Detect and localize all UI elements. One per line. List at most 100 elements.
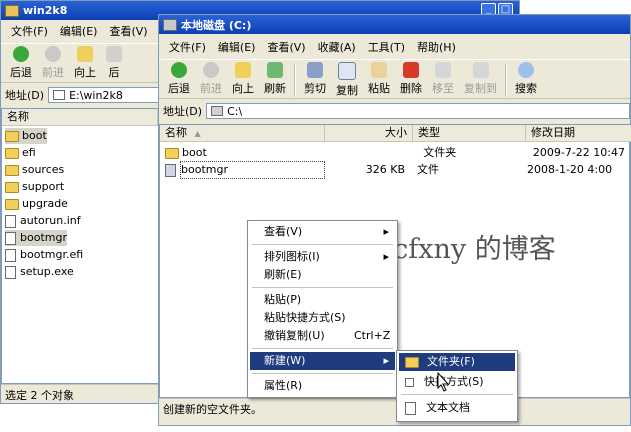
menu-edit[interactable]: 编辑(E) bbox=[212, 39, 262, 55]
back-button[interactable]: 后退 bbox=[5, 46, 37, 80]
menu-favorites[interactable]: 收藏(A) bbox=[312, 39, 362, 55]
cut-button[interactable]: 剪切 bbox=[299, 62, 331, 96]
menu-item-view[interactable]: 查看(V) ▸ bbox=[250, 223, 395, 241]
up-label: 向上 bbox=[74, 66, 96, 79]
cut-label: 剪切 bbox=[304, 82, 326, 95]
up-button[interactable]: 向上 bbox=[227, 62, 259, 96]
back-button[interactable]: 后退 bbox=[163, 62, 195, 96]
back-arrow-icon bbox=[13, 46, 29, 62]
refresh-button[interactable]: 刷新 bbox=[259, 62, 291, 96]
front-status-bar: 创建新的空文件夹。 bbox=[159, 398, 630, 418]
column-header-modified[interactable]: 修改日期 bbox=[526, 125, 631, 142]
list-item[interactable]: efi bbox=[5, 145, 36, 161]
list-item[interactable]: upgrade bbox=[5, 196, 68, 212]
menu-file[interactable]: 文件(F) bbox=[5, 23, 54, 39]
row-type: 文件 bbox=[417, 163, 439, 176]
menu-help[interactable]: 帮助(H) bbox=[411, 39, 462, 55]
table-row[interactable]: bootmgr 326 KB 文件 2008-1-20 4:00 bbox=[165, 161, 625, 179]
menu-item-label: 查看(V) bbox=[264, 225, 303, 238]
submenu-item-text-document[interactable]: 文本文档 bbox=[399, 399, 515, 417]
submenu-item-label: 快捷方式(S) bbox=[424, 375, 484, 388]
list-item[interactable]: autorun.inf bbox=[5, 213, 81, 229]
menu-item-new[interactable]: 新建(W) ▸ bbox=[250, 352, 395, 370]
forward-label: 前进 bbox=[200, 82, 222, 95]
item-name: efi bbox=[22, 146, 36, 159]
copy-button[interactable]: 复制 bbox=[331, 62, 363, 98]
submenu-item-shortcut[interactable]: 快捷方式(S) bbox=[399, 373, 515, 391]
list-item[interactable]: sources bbox=[5, 162, 64, 178]
front-address-input[interactable]: C:\ bbox=[206, 103, 630, 119]
delete-button[interactable]: 删除 bbox=[395, 62, 427, 96]
list-item[interactable]: boot bbox=[5, 128, 47, 144]
copy-to-button[interactable]: 复制到 bbox=[459, 62, 502, 96]
list-item[interactable]: setup.exe bbox=[5, 264, 74, 280]
item-name: support bbox=[22, 180, 65, 193]
column-header-type[interactable]: 类型 bbox=[413, 125, 526, 142]
forward-arrow-icon bbox=[45, 46, 61, 62]
forward-button[interactable]: 前进 bbox=[37, 46, 69, 80]
item-name: boot bbox=[22, 129, 47, 142]
table-row[interactable]: boot 文件夹 2009-7-22 10:47 bbox=[165, 145, 625, 161]
menu-file[interactable]: 文件(F) bbox=[163, 39, 212, 55]
delete-x-icon bbox=[403, 62, 419, 78]
folder-icon bbox=[165, 147, 179, 159]
item-name: upgrade bbox=[22, 197, 68, 210]
address-label: 地址(D) bbox=[163, 105, 203, 118]
move-to-button[interactable]: 移至 bbox=[427, 62, 459, 96]
menu-edit[interactable]: 编辑(E) bbox=[54, 23, 104, 39]
menu-view[interactable]: 查看(V) bbox=[103, 23, 153, 39]
search-icon bbox=[518, 62, 534, 78]
settings-file-icon bbox=[5, 214, 16, 228]
back-window-extra-button[interactable]: 后 bbox=[101, 46, 127, 80]
folder-icon bbox=[5, 198, 19, 210]
list-item[interactable]: support bbox=[5, 179, 64, 195]
clipboard-icon bbox=[371, 62, 387, 78]
menu-item-arrange-icons[interactable]: 排列图标(I) ▸ bbox=[250, 248, 395, 266]
menu-item-properties[interactable]: 属性(R) bbox=[250, 377, 395, 395]
toolbar-icon bbox=[106, 46, 122, 62]
back-address-input[interactable]: E:\win2k8 bbox=[48, 87, 165, 103]
list-item[interactable]: bootmgr bbox=[5, 230, 67, 246]
front-window-titlebar[interactable]: 本地磁盘 (C:) bbox=[159, 15, 630, 34]
refresh-icon bbox=[267, 62, 283, 78]
submenu-item-label: 文件夹(F) bbox=[427, 355, 475, 368]
paste-button[interactable]: 粘贴 bbox=[363, 62, 395, 96]
back-file-pane: 名称 boot efi sources support upgrade auto… bbox=[1, 108, 159, 384]
menu-item-label: 粘贴(P) bbox=[264, 293, 302, 306]
column-header-name[interactable]: 名称 ▲ bbox=[160, 125, 325, 142]
menu-separator bbox=[401, 394, 513, 395]
drive-icon bbox=[163, 18, 177, 31]
submenu-arrow-icon: ▸ bbox=[383, 354, 389, 367]
menu-item-undo-copy[interactable]: 撤销复制(U) Ctrl+Z bbox=[250, 327, 395, 345]
up-button[interactable]: 向上 bbox=[69, 46, 101, 80]
menu-tools[interactable]: 工具(T) bbox=[362, 39, 411, 55]
file-icon bbox=[165, 163, 176, 177]
column-header-size[interactable]: 大小 bbox=[325, 125, 413, 142]
row-modified: 2009-7-22 10:47 bbox=[532, 146, 625, 159]
forward-button[interactable]: 前进 bbox=[195, 62, 227, 96]
menu-item-label: 属性(R) bbox=[264, 379, 303, 392]
list-item[interactable]: bootmgr.efi bbox=[5, 247, 83, 263]
drive-icon bbox=[53, 90, 66, 100]
menu-item-refresh[interactable]: 刷新(E) bbox=[250, 266, 395, 284]
submenu-item-folder[interactable]: 文件夹(F) bbox=[399, 353, 515, 371]
search-button[interactable]: 搜索 bbox=[510, 62, 542, 96]
copy-label: 复制 bbox=[336, 84, 358, 97]
front-address-bar: 地址(D) C:\ bbox=[159, 101, 630, 121]
front-status-text: 创建新的空文件夹。 bbox=[163, 402, 262, 416]
front-window-title: 本地磁盘 (C:) bbox=[181, 18, 252, 32]
column-type-label: 类型 bbox=[418, 126, 440, 139]
menu-item-paste[interactable]: 粘贴(P) bbox=[250, 291, 395, 309]
column-size-label: 大小 bbox=[385, 126, 407, 139]
up-label: 向上 bbox=[232, 82, 254, 95]
item-name: bootmgr.efi bbox=[20, 248, 84, 261]
paste-label: 粘贴 bbox=[368, 82, 390, 95]
menu-view[interactable]: 查看(V) bbox=[261, 39, 311, 55]
toolbar-separator bbox=[294, 63, 296, 97]
back-label: 后退 bbox=[168, 82, 190, 95]
menu-item-label: 刷新(E) bbox=[264, 268, 302, 281]
column-header-name[interactable]: 名称 bbox=[2, 109, 158, 126]
address-value: E:\win2k8 bbox=[69, 88, 123, 102]
mouse-cursor-icon bbox=[437, 372, 450, 392]
menu-item-paste-shortcut[interactable]: 粘贴快捷方式(S) bbox=[250, 309, 395, 327]
